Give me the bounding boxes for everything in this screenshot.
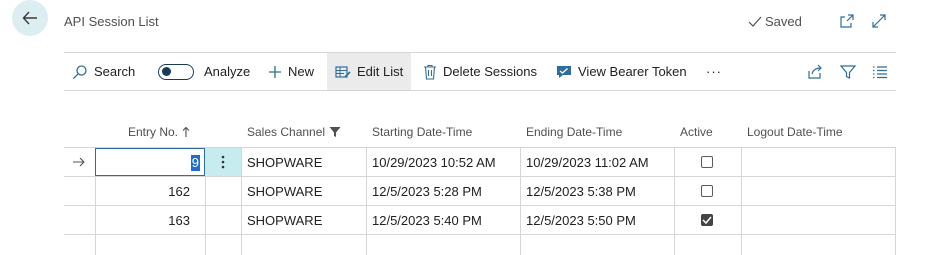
api-session-list-page: API Session List Saved Search Analyze Ne… (0, 0, 937, 255)
ending-header-label: Ending Date-Time (526, 125, 623, 139)
toggle-switch[interactable] (158, 63, 194, 80)
view-bearer-token-button[interactable]: View Bearer Token (556, 53, 687, 90)
ending-date-time-cell[interactable]: 10/29/2023 11:02 AM (526, 148, 649, 176)
filter-button[interactable] (840, 53, 856, 90)
active-checkbox[interactable] (701, 148, 713, 176)
analyze-label: Analyze (204, 64, 251, 79)
table-row[interactable]: 162 SHOPWARE 12/5/2023 5:28 PM 12/5/2023… (64, 176, 896, 205)
edit-list-button[interactable]: Edit List (327, 53, 412, 90)
ending-date-time-cell[interactable]: 12/5/2023 5:38 PM (526, 177, 636, 205)
list-view-button[interactable] (872, 53, 888, 90)
delete-sessions-button[interactable]: Delete Sessions (423, 53, 537, 90)
starting-header-label: Starting Date-Time (372, 125, 473, 139)
starting-date-time-cell[interactable]: 12/5/2023 5:28 PM (372, 177, 482, 205)
active-header-label: Active (680, 125, 713, 139)
expand-icon (872, 14, 886, 28)
sales-channel-header-label: Sales Channel (247, 125, 326, 139)
more-actions-button[interactable]: ··· (706, 53, 722, 90)
back-button[interactable] (12, 0, 48, 36)
empty-new-row[interactable] (64, 234, 896, 255)
new-label: New (288, 64, 315, 79)
row-actions-button[interactable] (205, 148, 241, 176)
arrow-left-icon (22, 11, 37, 25)
edit-list-icon (335, 65, 351, 78)
view-bearer-token-label: View Bearer Token (578, 64, 687, 79)
open-new-window-button[interactable] (838, 12, 856, 30)
column-header-ending-date-time[interactable]: Ending Date-Time (526, 118, 622, 146)
delete-sessions-label: Delete Sessions (443, 64, 537, 79)
column-header-entry-no[interactable]: Entry No. (128, 118, 191, 146)
action-bar: Search Analyze New Edit List Delete Sess… (64, 52, 896, 91)
entry-no-cell[interactable]: 162 (95, 177, 190, 205)
filter-icon (840, 64, 856, 79)
logout-header-label: Logout Date-Time (747, 125, 843, 139)
list-icon (873, 65, 887, 78)
table-row[interactable]: 163 SHOPWARE 12/5/2023 5:40 PM 12/5/2023… (64, 205, 896, 234)
checkmark-icon (748, 16, 762, 27)
column-header-sales-channel[interactable]: Sales Channel (247, 118, 341, 146)
page-title: API Session List (64, 14, 159, 29)
entry-no-cell[interactable]: 163 (95, 206, 190, 234)
analyze-toggle[interactable]: Analyze (158, 53, 250, 90)
more-actions-label: ··· (706, 64, 722, 79)
ending-date-time-cell[interactable]: 12/5/2023 5:50 PM (526, 206, 636, 234)
entry-no-cell-editing[interactable]: 9 (95, 148, 205, 176)
plus-icon (269, 65, 281, 78)
table-row[interactable]: 9 SHOPWARE 10/29/2023 10:52 AM 10/29/202… (64, 147, 896, 176)
search-icon (73, 64, 87, 79)
sales-channel-cell[interactable]: SHOPWARE (247, 148, 322, 176)
current-row-arrow-icon (72, 148, 92, 176)
search-action[interactable]: Search (72, 53, 135, 90)
starting-date-time-cell[interactable]: 12/5/2023 5:40 PM (372, 206, 482, 234)
filter-applied-icon (329, 127, 341, 137)
active-checkbox[interactable] (701, 177, 713, 205)
vertical-ellipsis-icon (221, 155, 225, 169)
expand-button[interactable] (870, 12, 888, 30)
sales-channel-cell[interactable]: SHOPWARE (247, 177, 322, 205)
active-checkbox-checked[interactable] (701, 206, 713, 234)
saved-label: Saved (765, 14, 802, 29)
search-label: Search (94, 64, 136, 79)
column-header-logout-date-time[interactable]: Logout Date-Time (747, 118, 843, 146)
share-icon (808, 64, 822, 79)
entry-no-value[interactable]: 9 (190, 155, 200, 171)
saved-status: Saved (748, 14, 802, 29)
token-icon (557, 65, 571, 78)
share-button[interactable] (807, 53, 823, 90)
column-header-starting-date-time[interactable]: Starting Date-Time (372, 118, 472, 146)
starting-date-time-cell[interactable]: 10/29/2023 10:52 AM (372, 148, 496, 176)
new-button[interactable]: New (268, 53, 314, 90)
trash-icon (424, 64, 436, 80)
column-header-active[interactable]: Active (680, 118, 713, 146)
sort-ascending-icon (182, 126, 190, 137)
edit-list-label: Edit List (357, 64, 404, 79)
checkmark-icon (702, 216, 712, 224)
sales-channel-cell[interactable]: SHOPWARE (247, 206, 322, 234)
open-in-new-window-icon (840, 14, 854, 28)
entry-no-header-label: Entry No. (128, 125, 179, 139)
